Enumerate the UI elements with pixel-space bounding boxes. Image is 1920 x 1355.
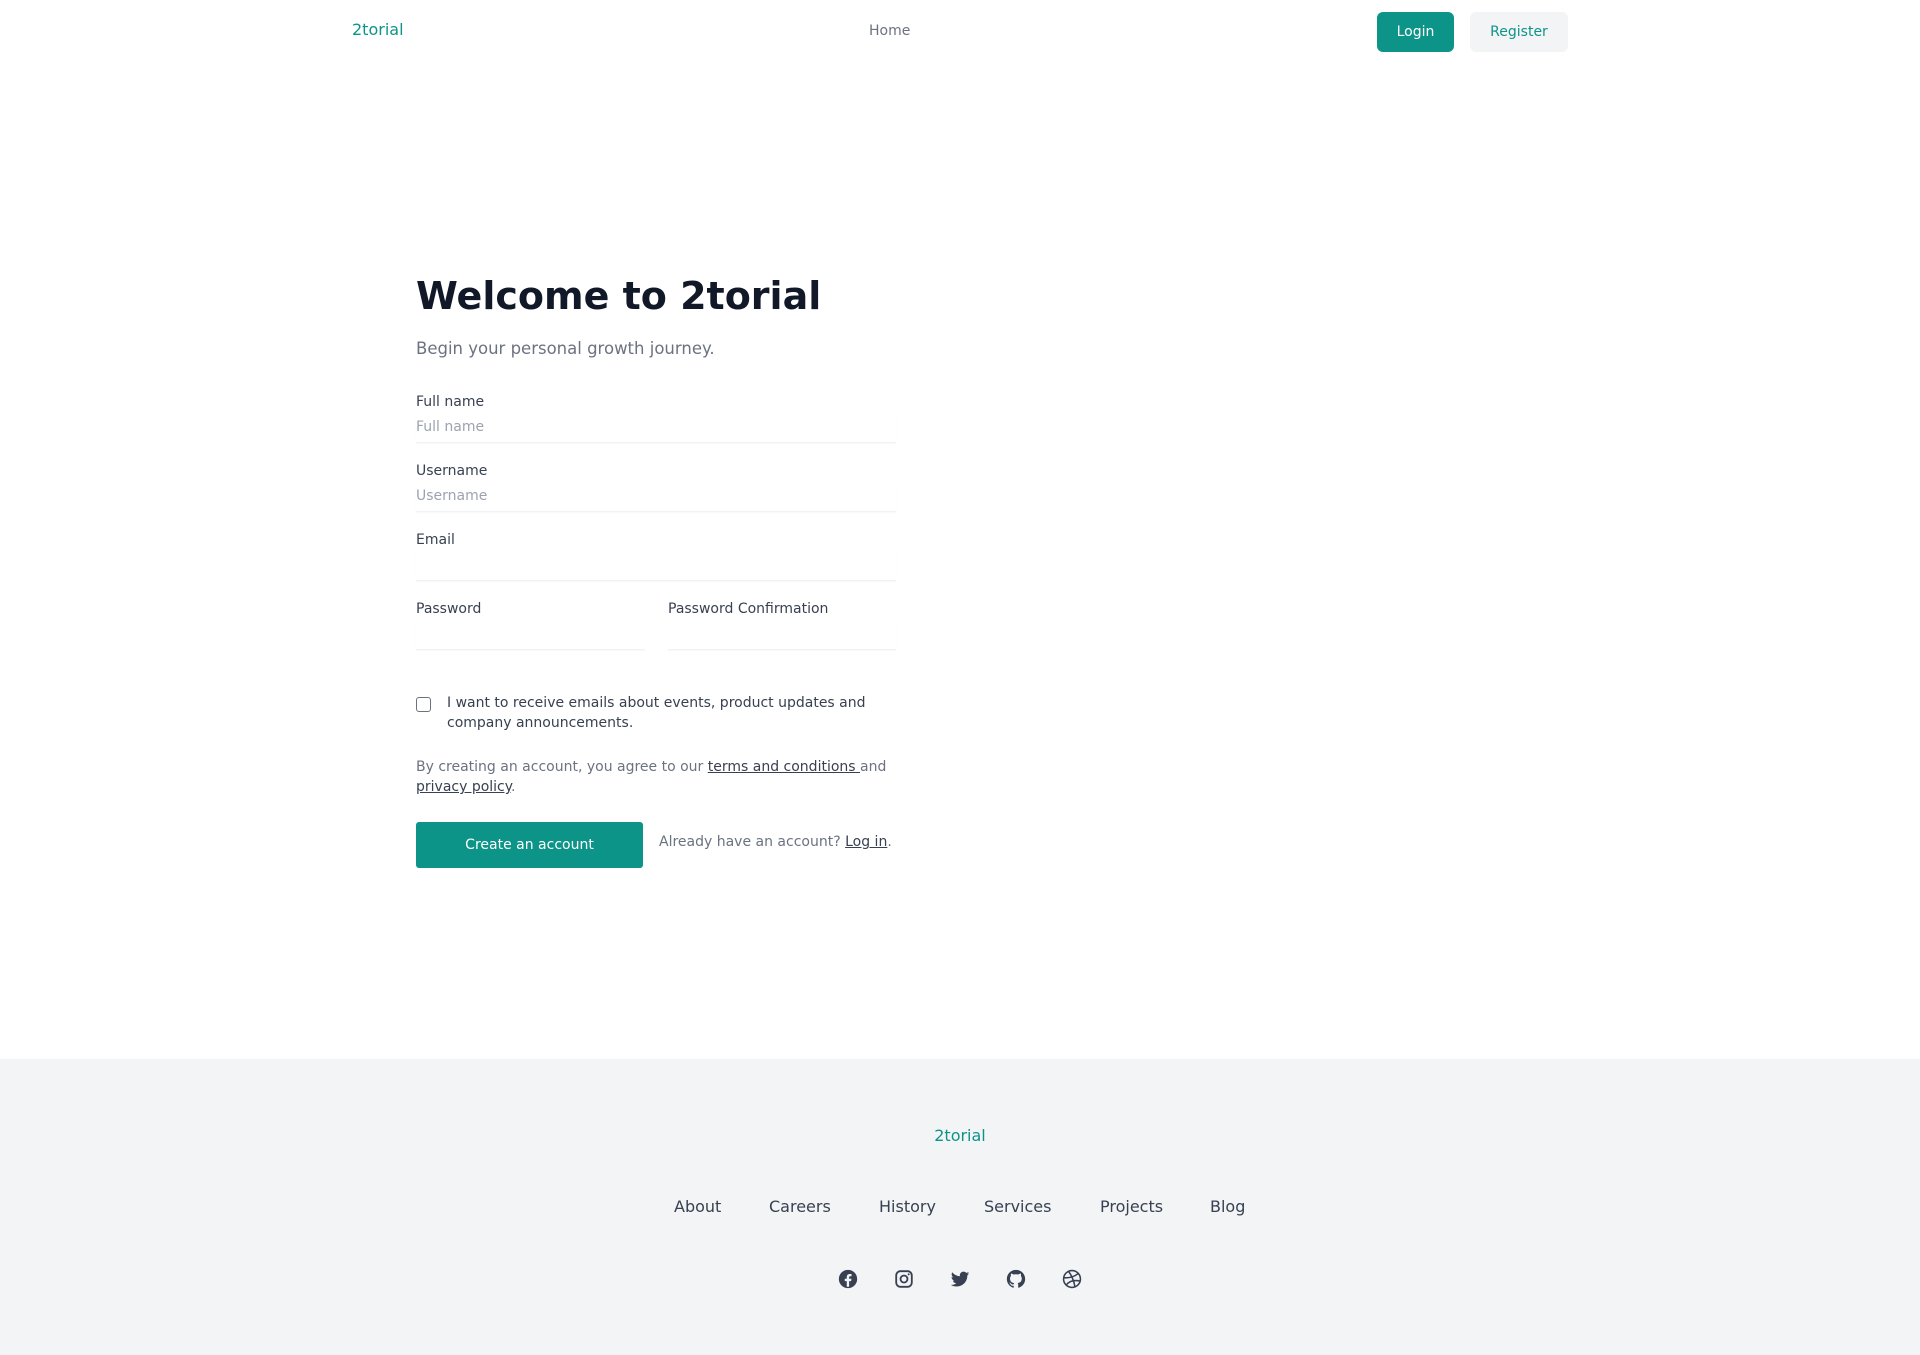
email-label: Email	[416, 532, 455, 548]
brand-logo-link[interactable]: 2torial	[352, 20, 404, 39]
password-input[interactable]	[416, 618, 645, 650]
register-button[interactable]: Register	[1470, 12, 1568, 52]
newsletter-checkbox[interactable]	[416, 697, 431, 712]
footer-link-blog[interactable]: Blog	[1210, 1197, 1245, 1216]
twitter-icon[interactable]	[949, 1268, 971, 1290]
footer-brand[interactable]: 2torial	[0, 1126, 1920, 1145]
footer	[0, 1059, 1920, 1355]
footer-link-history[interactable]: History	[879, 1197, 936, 1216]
full-name-label: Full name	[416, 394, 485, 410]
username-label: Username	[416, 463, 488, 479]
terms-and-conditions-link[interactable]: terms and conditions	[708, 759, 860, 775]
instagram-icon[interactable]	[893, 1268, 915, 1290]
already-have-account-text: Already have an account? Log in.	[659, 834, 892, 850]
github-icon[interactable]	[1005, 1268, 1027, 1290]
username-input[interactable]	[416, 480, 896, 512]
login-button[interactable]: Login	[1377, 12, 1454, 52]
password-confirmation-label: Password Confirmation	[668, 601, 829, 617]
facebook-icon[interactable]	[837, 1268, 859, 1290]
terms-middle: and	[860, 759, 887, 775]
email-input[interactable]	[416, 549, 896, 581]
password-confirmation-input[interactable]	[668, 618, 896, 650]
privacy-policy-link[interactable]: privacy policy	[416, 779, 511, 795]
top-navbar: 2torial Home Login Register	[0, 0, 1920, 64]
nav-home-link[interactable]: Home	[869, 23, 910, 39]
footer-link-projects[interactable]: Projects	[1100, 1197, 1163, 1216]
already-suffix: .	[887, 834, 892, 850]
full-name-input[interactable]	[416, 411, 896, 443]
page-subtitle: Begin your personal growth journey.	[416, 339, 715, 358]
terms-prefix: By creating an account, you agree to our	[416, 759, 708, 775]
footer-link-services[interactable]: Services	[984, 1197, 1051, 1216]
password-label: Password	[416, 601, 482, 617]
already-prefix: Already have an account?	[659, 834, 846, 850]
terms-suffix: .	[511, 779, 516, 795]
newsletter-checkbox-label: I want to receive emails about events, p…	[447, 695, 866, 731]
footer-link-about[interactable]: About	[674, 1197, 721, 1216]
create-account-button[interactable]: Create an account	[416, 822, 643, 868]
footer-link-careers[interactable]: Careers	[769, 1197, 831, 1216]
dribbble-icon[interactable]	[1061, 1268, 1083, 1290]
page-title: Welcome to 2torial	[416, 274, 822, 318]
log-in-link[interactable]: Log in	[845, 834, 887, 850]
terms-notice: By creating an account, you agree to our…	[416, 757, 896, 797]
